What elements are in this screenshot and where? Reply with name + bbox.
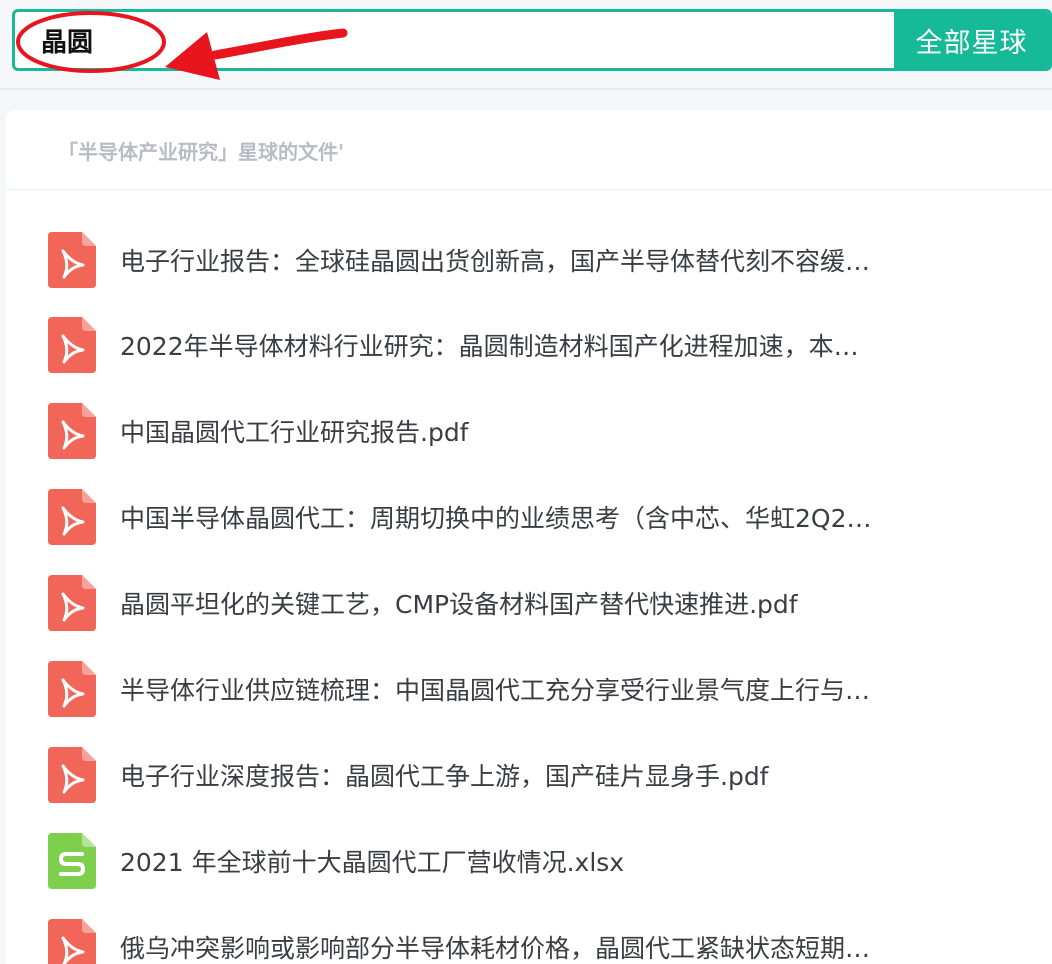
file-item[interactable]: 中国半导体晶圆代工：周期切换中的业绩思考（含中芯、华虹2Q2… [48, 489, 1008, 545]
pdf-file-icon [48, 919, 96, 964]
file-name: 电子行业深度报告：晶圆代工争上游，国产硅片显身手.pdf [120, 762, 769, 791]
pdf-file-icon [48, 317, 96, 373]
file-item[interactable]: 电子行业深度报告：晶圆代工争上游，国产硅片显身手.pdf [48, 747, 1008, 803]
pdf-file-icon [48, 661, 96, 717]
pdf-file-icon [48, 489, 96, 545]
pdf-file-icon [48, 232, 96, 288]
file-item[interactable]: 2021 年全球前十大晶圆代工厂营收情况.xlsx [48, 833, 1008, 889]
file-item[interactable]: 中国晶圆代工行业研究报告.pdf [48, 403, 1008, 459]
pdf-file-icon [48, 747, 96, 803]
pdf-file-icon [48, 575, 96, 631]
file-item[interactable]: 晶圆平坦化的关键工艺，CMP设备材料国产替代快速推进.pdf [48, 575, 1008, 631]
file-name: 俄乌冲突影响或影响部分半导体耗材价格，晶圆代工紧缺状态短期… [120, 934, 871, 963]
page: 全部星球 「半导体产业研究」星球的文件' 电子行业报告：全球硅晶圆出货创新高，国… [0, 0, 1052, 964]
file-item[interactable]: 2022年半导体材料行业研究：晶圆制造材料国产化进程加速，本… [48, 317, 1008, 373]
all-planets-search-button[interactable]: 全部星球 [894, 12, 1049, 68]
file-name: 中国半导体晶圆代工：周期切换中的业绩思考（含中芯、华虹2Q2… [120, 504, 872, 533]
file-item[interactable]: 半导体行业供应链梳理：中国晶圆代工充分享受行业景气度上行与… [48, 661, 1008, 717]
file-item[interactable]: 电子行业报告：全球硅晶圆出货创新高，国产半导体替代刻不容缓… [48, 232, 1008, 288]
header-divider [0, 88, 1052, 90]
search-bar: 全部星球 [12, 9, 1052, 71]
file-name: 电子行业报告：全球硅晶圆出货创新高，国产半导体替代刻不容缓… [120, 247, 871, 276]
file-item[interactable]: 俄乌冲突影响或影响部分半导体耗材价格，晶圆代工紧缺状态短期… [48, 919, 1008, 964]
file-name: 2021 年全球前十大晶圆代工厂营收情况.xlsx [120, 848, 625, 877]
section-title: 「半导体产业研究」星球的文件' [6, 110, 1052, 190]
file-name: 晶圆平坦化的关键工艺，CMP设备材料国产替代快速推进.pdf [120, 590, 798, 619]
file-name: 半导体行业供应链梳理：中国晶圆代工充分享受行业景气度上行与… [120, 676, 871, 705]
search-input[interactable] [15, 12, 894, 68]
file-list-panel: 「半导体产业研究」星球的文件' 电子行业报告：全球硅晶圆出货创新高，国产半导体替… [6, 110, 1052, 964]
xlsx-file-icon [48, 833, 96, 889]
pdf-file-icon [48, 403, 96, 459]
file-name: 2022年半导体材料行业研究：晶圆制造材料国产化进程加速，本… [120, 332, 859, 361]
file-name: 中国晶圆代工行业研究报告.pdf [120, 418, 469, 447]
